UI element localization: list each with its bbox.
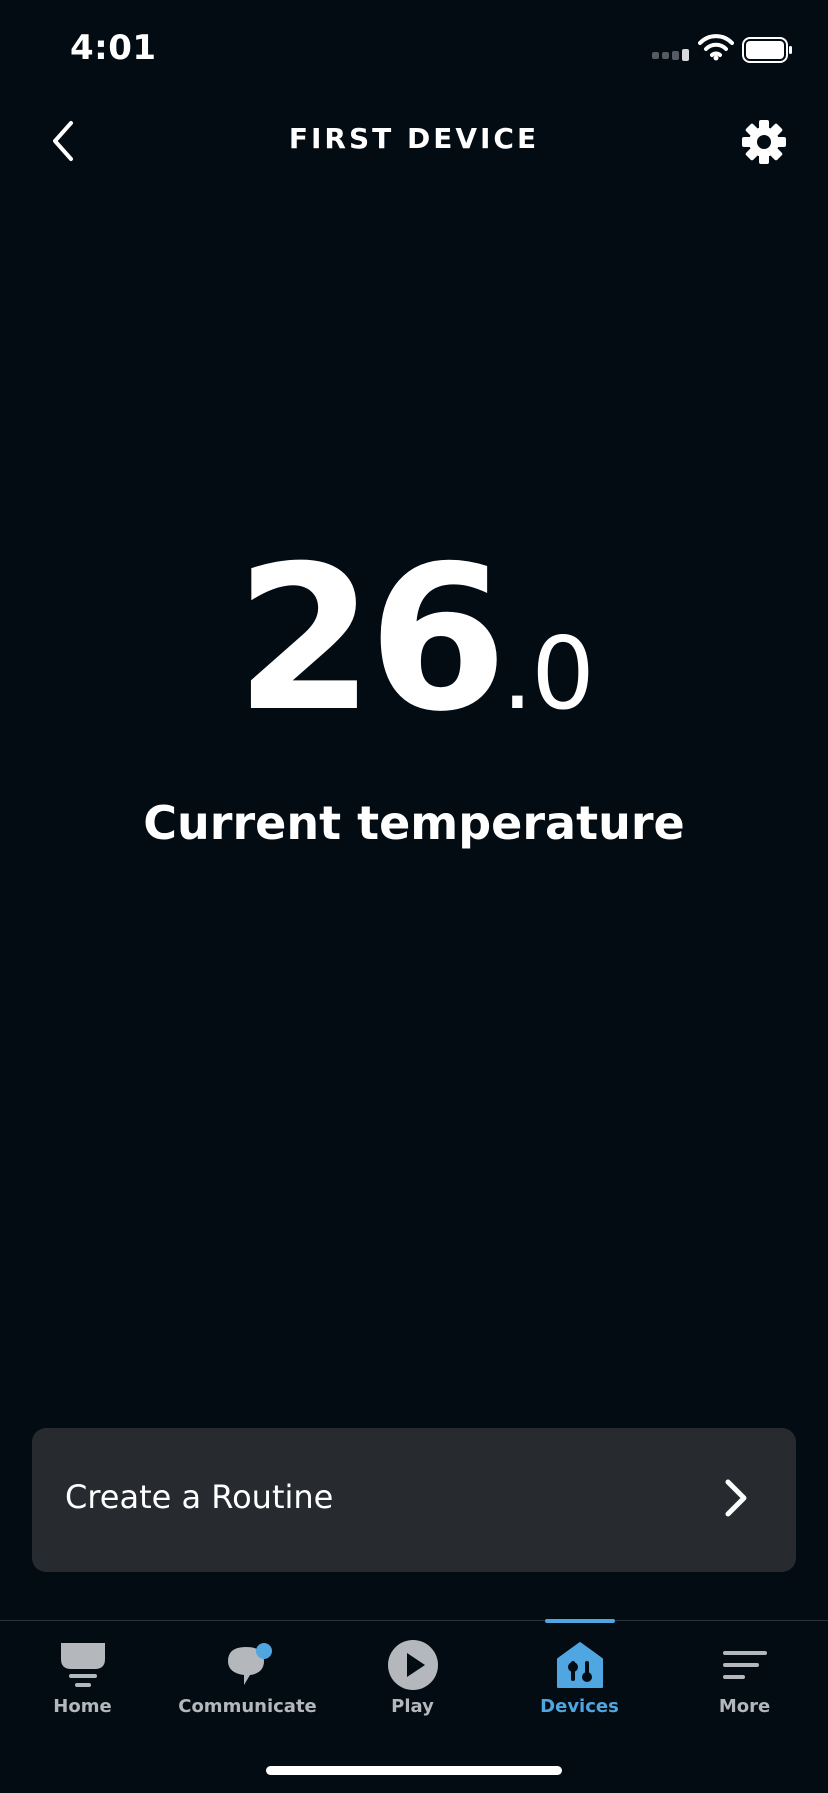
gear-icon[interactable] xyxy=(738,116,790,168)
home-icon xyxy=(60,1643,105,1687)
play-icon xyxy=(387,1640,438,1690)
temperature-display: 26.0 xyxy=(0,540,828,740)
more-menu-icon xyxy=(722,1651,767,1679)
tab-devices-label: Devices xyxy=(540,1696,619,1717)
tab-home-label: Home xyxy=(53,1696,112,1717)
cellular-signal-icon xyxy=(652,49,689,61)
devices-icon xyxy=(556,1642,603,1688)
wifi-icon xyxy=(698,34,734,61)
temperature-decimal: .0 xyxy=(501,615,594,732)
create-routine-label: Create a Routine xyxy=(65,1478,334,1516)
tab-more[interactable]: More xyxy=(662,1621,827,1761)
tab-more-label: More xyxy=(718,1696,771,1717)
temperature-value: 26 xyxy=(235,523,507,756)
tab-devices[interactable]: Devices xyxy=(497,1621,662,1761)
chevron-right-icon xyxy=(725,1479,747,1517)
tab-home[interactable]: Home xyxy=(0,1621,165,1761)
tab-play[interactable]: Play xyxy=(330,1621,495,1761)
create-routine-button[interactable]: Create a Routine xyxy=(32,1428,796,1572)
communicate-icon xyxy=(227,1643,272,1685)
home-indicator xyxy=(266,1766,562,1775)
tab-communicate[interactable]: Communicate xyxy=(165,1621,330,1761)
tab-play-label: Play xyxy=(391,1696,434,1717)
status-time: 4:01 xyxy=(70,28,157,68)
tab-communicate-label: Communicate xyxy=(178,1696,317,1717)
page-title: FIRST DEVICE xyxy=(288,122,540,155)
battery-icon xyxy=(742,37,792,63)
status-bar: 4:01 xyxy=(0,0,828,100)
temperature-label: Current temperature xyxy=(143,796,685,850)
